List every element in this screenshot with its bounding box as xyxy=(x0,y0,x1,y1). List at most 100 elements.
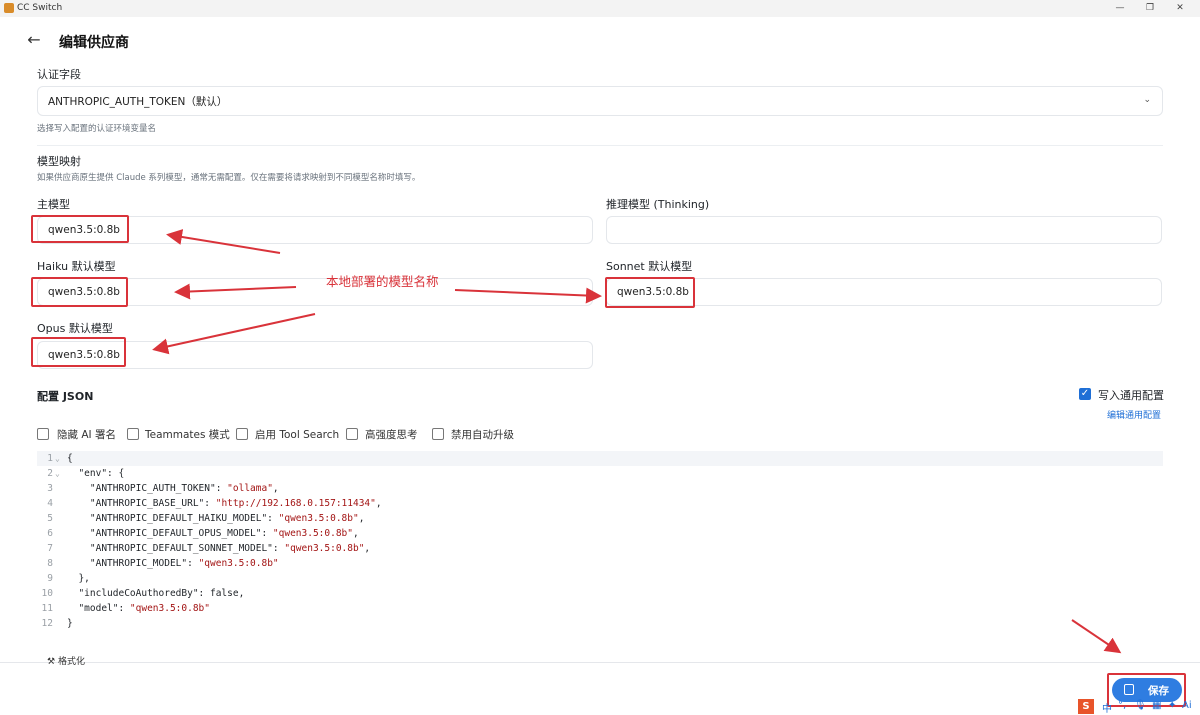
hide-ai-signature-checkbox[interactable] xyxy=(37,428,49,440)
microphone-icon[interactable]: 🎙 xyxy=(1134,700,1147,711)
code-string: "qwen3.5:0.8b" xyxy=(272,528,353,539)
write-common-checkbox[interactable]: ✓ xyxy=(1079,388,1091,400)
main-content: 认证字段 ANTHROPIC_AUTH_TOKEN（默认） ⌄ 选择写入配置的认… xyxy=(0,65,1200,662)
code-punct: , xyxy=(358,513,365,524)
code-text: }, xyxy=(67,571,90,586)
code-text: "ANTHROPIC_DEFAULT_HAIKU_MODEL": "qwen3.… xyxy=(67,511,365,526)
hide-ai-signature-label: 隐藏 AI 署名 xyxy=(57,429,116,441)
code-key: "ANTHROPIC_AUTH_TOKEN": xyxy=(67,483,228,494)
footer-divider xyxy=(0,662,1200,663)
high-intensity-thinking-checkbox[interactable] xyxy=(346,428,358,440)
magic-wand-icon: ⚒ xyxy=(47,657,56,667)
line-number: 11 xyxy=(41,603,53,614)
code-text: "env": { xyxy=(67,466,124,481)
fold-chevron-icon[interactable]: ⌄ xyxy=(55,466,60,481)
code-string: "qwen3.5:0.8b" xyxy=(284,543,365,554)
code-text: { xyxy=(67,451,73,466)
code-line[interactable]: 10 "includeCoAuthoredBy": false, xyxy=(37,586,1163,601)
page-header: ← 编辑供应商 xyxy=(0,17,1200,65)
ime-logo-icon[interactable]: S xyxy=(1078,699,1094,714)
line-number: 1 xyxy=(47,453,53,464)
code-punct: , xyxy=(375,498,382,509)
code-punct: , xyxy=(364,543,371,554)
code-line[interactable]: 1 ⌄ { xyxy=(37,451,1163,466)
line-number: 6 xyxy=(47,528,53,539)
high-intensity-thinking-label: 高强度思考 xyxy=(365,429,418,441)
code-line[interactable]: 2 ⌄ "env": { xyxy=(37,466,1163,481)
config-json-title: 配置 JSON xyxy=(37,390,94,403)
code-text: "includeCoAuthoredBy": false, xyxy=(67,586,244,601)
fold-chevron-icon[interactable]: ⌄ xyxy=(55,451,60,466)
skin-icon[interactable]: ✦ xyxy=(1168,700,1176,711)
format-button[interactable]: ⚒ 格式化 xyxy=(47,654,85,667)
code-key: "ANTHROPIC_BASE_URL": xyxy=(67,498,216,509)
code-text: "ANTHROPIC_DEFAULT_OPUS_MODEL": "qwen3.5… xyxy=(67,526,359,541)
line-number: 8 xyxy=(47,558,53,569)
code-text: "ANTHROPIC_AUTH_TOKEN": "ollama", xyxy=(67,481,279,496)
json-code-editor[interactable]: 1 ⌄{2 ⌄ "env": {3 "ANTHROPIC_AUTH_TOKEN": … xyxy=(37,451,1163,641)
code-key: "env": { xyxy=(67,468,125,479)
code-string: "http://192.168.0.157:11434" xyxy=(215,498,376,509)
code-line[interactable]: 3 "ANTHROPIC_AUTH_TOKEN": "ollama", xyxy=(37,481,1163,496)
edit-common-config-link[interactable]: 编辑通用配置 xyxy=(1107,408,1161,421)
code-key: "ANTHROPIC_DEFAULT_HAIKU_MODEL": xyxy=(67,513,279,524)
code-key: { xyxy=(67,453,73,464)
arrow-to-sonnet-model xyxy=(454,287,602,304)
line-number: 3 xyxy=(47,483,53,494)
code-line[interactable]: 9 }, xyxy=(37,571,1163,586)
code-text: "ANTHROPIC_MODEL": "qwen3.5:0.8b" xyxy=(67,556,279,571)
save-label: 保存 xyxy=(1148,685,1169,697)
system-tray: S 中 °, 🎙 ▦ ✦ Ai xyxy=(1078,699,1200,715)
window-title: CC Switch xyxy=(17,3,63,13)
punctuation-icon[interactable]: °, xyxy=(1118,700,1126,711)
line-number: 12 xyxy=(41,618,53,629)
line-number: 5 xyxy=(47,513,53,524)
code-punct: , xyxy=(352,528,359,539)
code-line[interactable]: 6 "ANTHROPIC_DEFAULT_OPUS_MODEL": "qwen3… xyxy=(37,526,1163,541)
arrow-to-haiku-model xyxy=(174,283,297,300)
code-key: "model": xyxy=(67,603,130,614)
ime-mode-indicator[interactable]: 中 xyxy=(1102,700,1112,715)
page-title: 编辑供应商 xyxy=(59,35,129,51)
teammates-mode-checkbox[interactable] xyxy=(127,428,139,440)
back-arrow-icon[interactable]: ← xyxy=(25,31,43,49)
line-number: 2 xyxy=(47,468,53,479)
code-line[interactable]: 11 "model": "qwen3.5:0.8b" xyxy=(37,601,1163,616)
code-key: "ANTHROPIC_DEFAULT_OPUS_MODEL": xyxy=(67,528,273,539)
code-string: "qwen3.5:0.8b" xyxy=(198,558,279,569)
code-key: "ANTHROPIC_DEFAULT_SONNET_MODEL": xyxy=(67,543,285,554)
ai-icon[interactable]: Ai xyxy=(1182,700,1192,711)
line-number: 7 xyxy=(47,543,53,554)
teammates-mode-label: Teammates 模式 xyxy=(145,429,230,441)
disable-auto-upgrade-label: 禁用自动升级 xyxy=(451,429,514,441)
minimize-icon[interactable]: — xyxy=(1114,2,1126,14)
write-common-label: 写入通用配置 xyxy=(1098,389,1164,402)
code-string: "qwen3.5:0.8b" xyxy=(278,513,359,524)
code-string: "ollama" xyxy=(227,483,273,494)
app-logo-icon xyxy=(4,3,14,13)
line-number: 9 xyxy=(47,573,53,584)
disable-auto-upgrade-checkbox[interactable] xyxy=(432,428,444,440)
code-text: "model": "qwen3.5:0.8b" xyxy=(67,601,210,616)
code-line[interactable]: 4 "ANTHROPIC_BASE_URL": "http://192.168.… xyxy=(37,496,1163,511)
code-line[interactable]: 8 "ANTHROPIC_MODEL": "qwen3.5:0.8b" xyxy=(37,556,1163,571)
code-key: }, xyxy=(67,573,90,584)
close-icon[interactable]: ✕ xyxy=(1174,2,1186,14)
enable-tool-search-label: 启用 Tool Search xyxy=(255,429,340,441)
arrow-to-opus-model xyxy=(152,313,316,355)
code-line[interactable]: 12} xyxy=(37,616,1163,631)
maximize-icon[interactable]: ❐ xyxy=(1144,2,1156,14)
save-icon xyxy=(1124,684,1134,695)
arrow-to-main-model xyxy=(166,229,281,254)
code-text: "ANTHROPIC_BASE_URL": "http://192.168.0.… xyxy=(67,496,382,511)
code-text: } xyxy=(67,616,73,631)
format-label: 格式化 xyxy=(57,657,85,667)
code-line[interactable]: 5 "ANTHROPIC_DEFAULT_HAIKU_MODEL": "qwen… xyxy=(37,511,1163,526)
enable-tool-search-checkbox[interactable] xyxy=(236,428,248,440)
window-titlebar: CC Switch — ❐ ✕ xyxy=(0,0,1200,17)
code-key: } xyxy=(67,618,73,629)
code-key: "ANTHROPIC_MODEL": xyxy=(67,558,199,569)
code-key: "includeCoAuthoredBy": false, xyxy=(67,588,245,599)
code-line[interactable]: 7 "ANTHROPIC_DEFAULT_SONNET_MODEL": "qwe… xyxy=(37,541,1163,556)
keyboard-icon[interactable]: ▦ xyxy=(1152,700,1161,711)
